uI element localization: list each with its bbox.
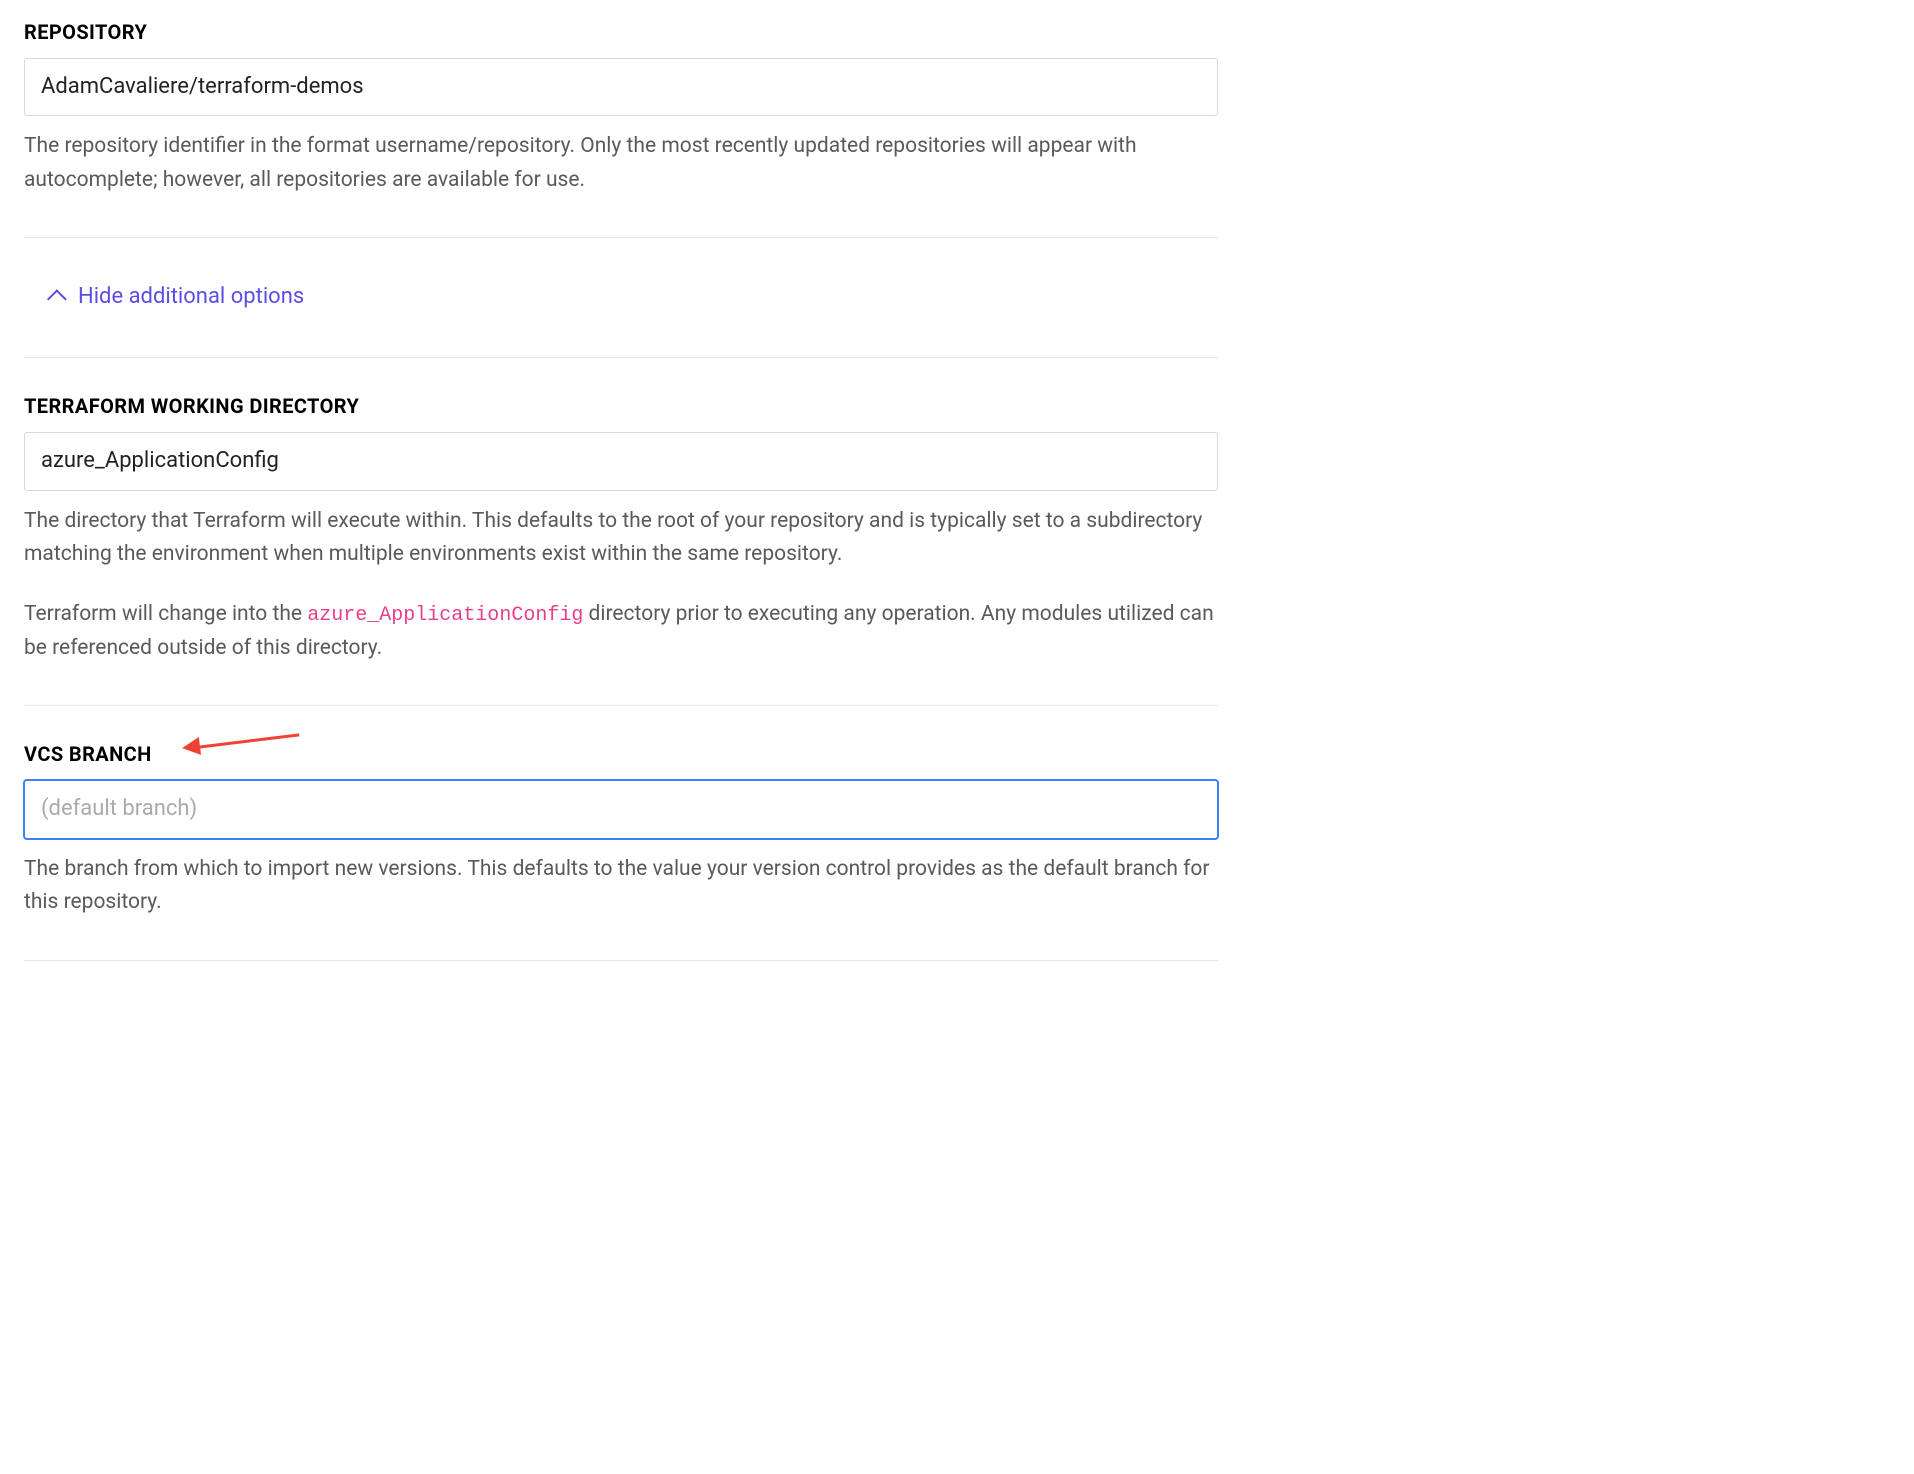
chevron-up-icon xyxy=(47,289,67,309)
divider xyxy=(24,705,1218,706)
working-directory-label: TERRAFORM WORKING DIRECTORY xyxy=(24,394,1218,418)
divider xyxy=(24,357,1218,358)
vcs-branch-help: The branch from which to import new vers… xyxy=(24,853,1218,920)
repository-label: REPOSITORY xyxy=(24,20,1218,44)
vcs-branch-input[interactable] xyxy=(24,780,1218,838)
divider xyxy=(24,237,1218,238)
toggle-label: Hide additional options xyxy=(78,284,304,309)
vcs-branch-label: VCS BRANCH xyxy=(24,742,152,766)
repository-help: The repository identifier in the format … xyxy=(24,130,1218,197)
divider xyxy=(24,960,1218,961)
working-directory-help-2: Terraform will change into the azure_App… xyxy=(24,598,1218,666)
hide-additional-options-toggle[interactable]: Hide additional options xyxy=(52,284,304,309)
working-directory-code: azure_ApplicationConfig xyxy=(307,604,583,627)
working-directory-help-1: The directory that Terraform will execut… xyxy=(24,505,1218,572)
working-directory-input[interactable] xyxy=(24,432,1218,490)
repository-input[interactable] xyxy=(24,58,1218,116)
annotation-arrow-icon xyxy=(182,734,302,758)
